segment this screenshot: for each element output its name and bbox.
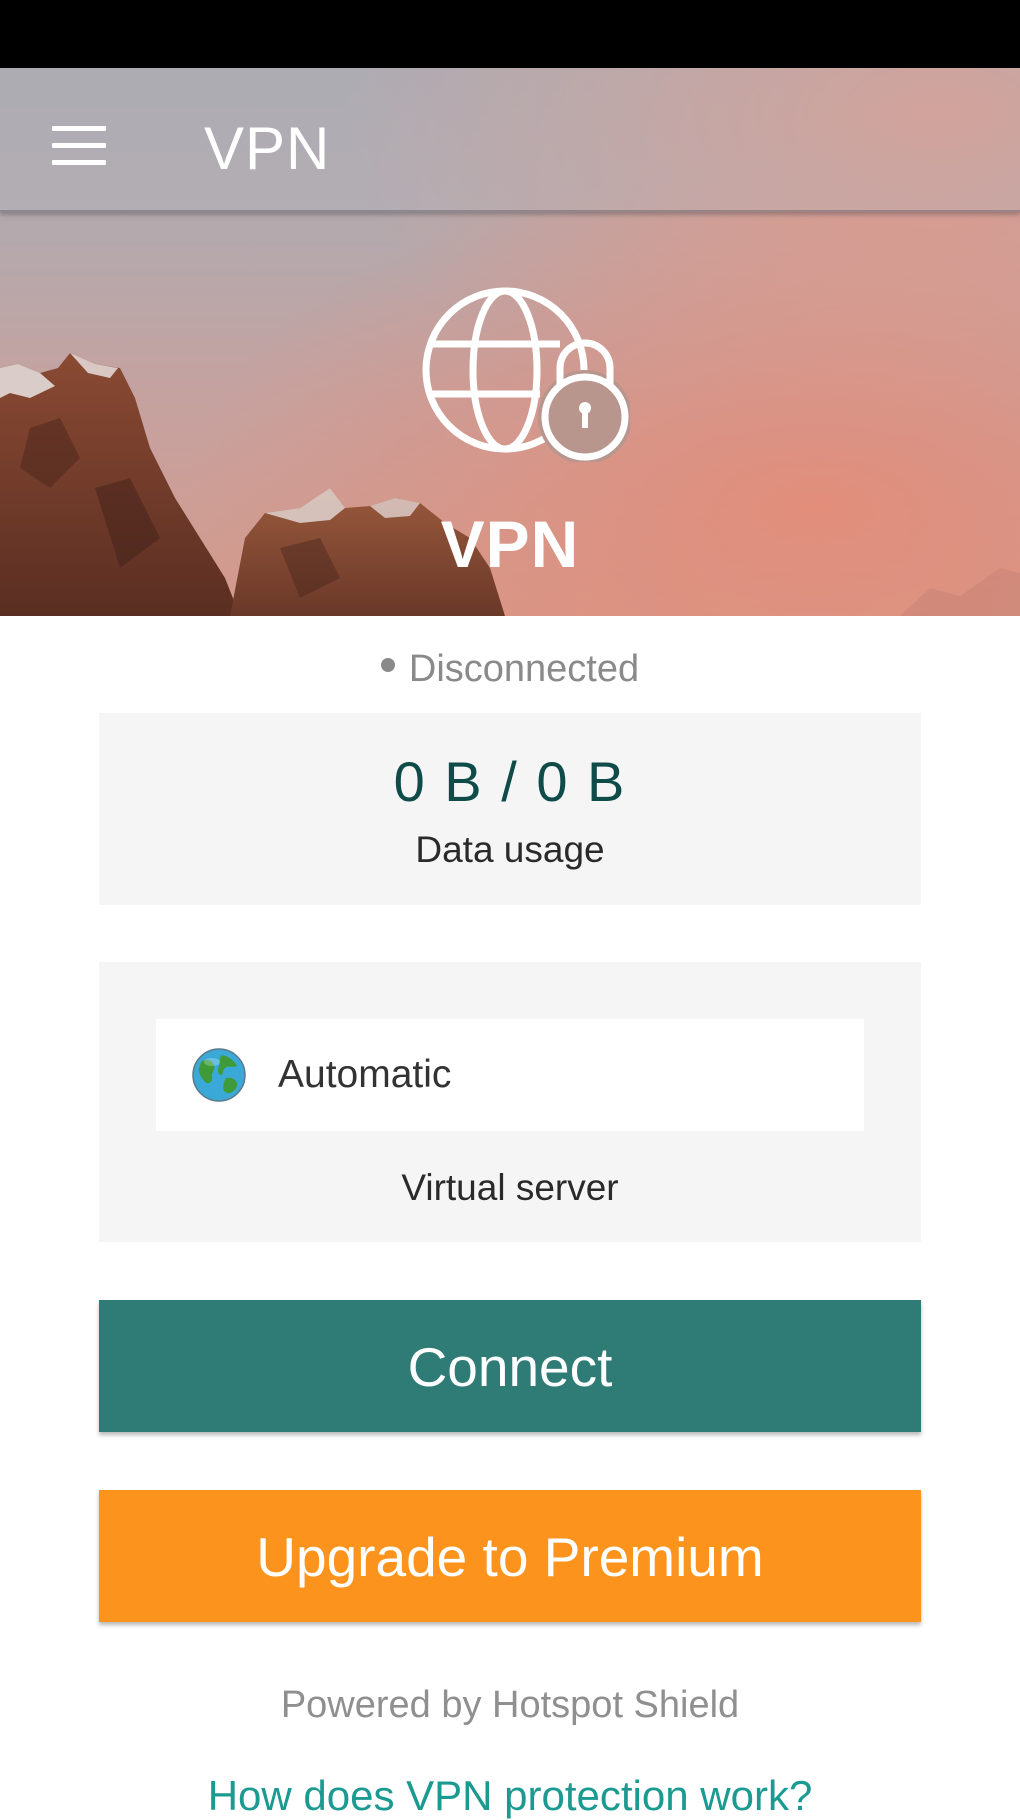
status-dot-icon	[380, 657, 395, 672]
data-usage-card: 0 B / 0 B Data usage	[99, 713, 921, 905]
hero-banner: VPN VPN	[0, 68, 1020, 616]
virtual-server-selector[interactable]: Automatic	[156, 1019, 864, 1131]
virtual-server-value: Automatic	[278, 1053, 452, 1096]
virtual-server-card: Automatic Virtual server	[99, 962, 921, 1242]
upgrade-premium-button[interactable]: Upgrade to Premium	[99, 1490, 921, 1622]
globe-lock-icon	[422, 287, 630, 462]
data-usage-label: Data usage	[415, 829, 605, 870]
earth-globe-icon	[192, 1048, 246, 1102]
virtual-server-label: Virtual server	[401, 1167, 619, 1208]
connection-status: Disconnected	[0, 648, 1020, 691]
connection-status-text: Disconnected	[408, 648, 640, 690]
app-toolbar: VPN	[0, 68, 1020, 212]
connect-button[interactable]: Connect	[99, 1300, 921, 1432]
hamburger-menu-icon[interactable]	[52, 126, 106, 166]
hero-title: VPN	[440, 507, 580, 581]
system-status-bar	[0, 0, 1020, 68]
powered-by-text: Powered by Hotspot Shield	[280, 1684, 740, 1726]
toolbar-title: VPN	[204, 115, 331, 182]
data-usage-value: 0 B / 0 B	[393, 750, 627, 813]
